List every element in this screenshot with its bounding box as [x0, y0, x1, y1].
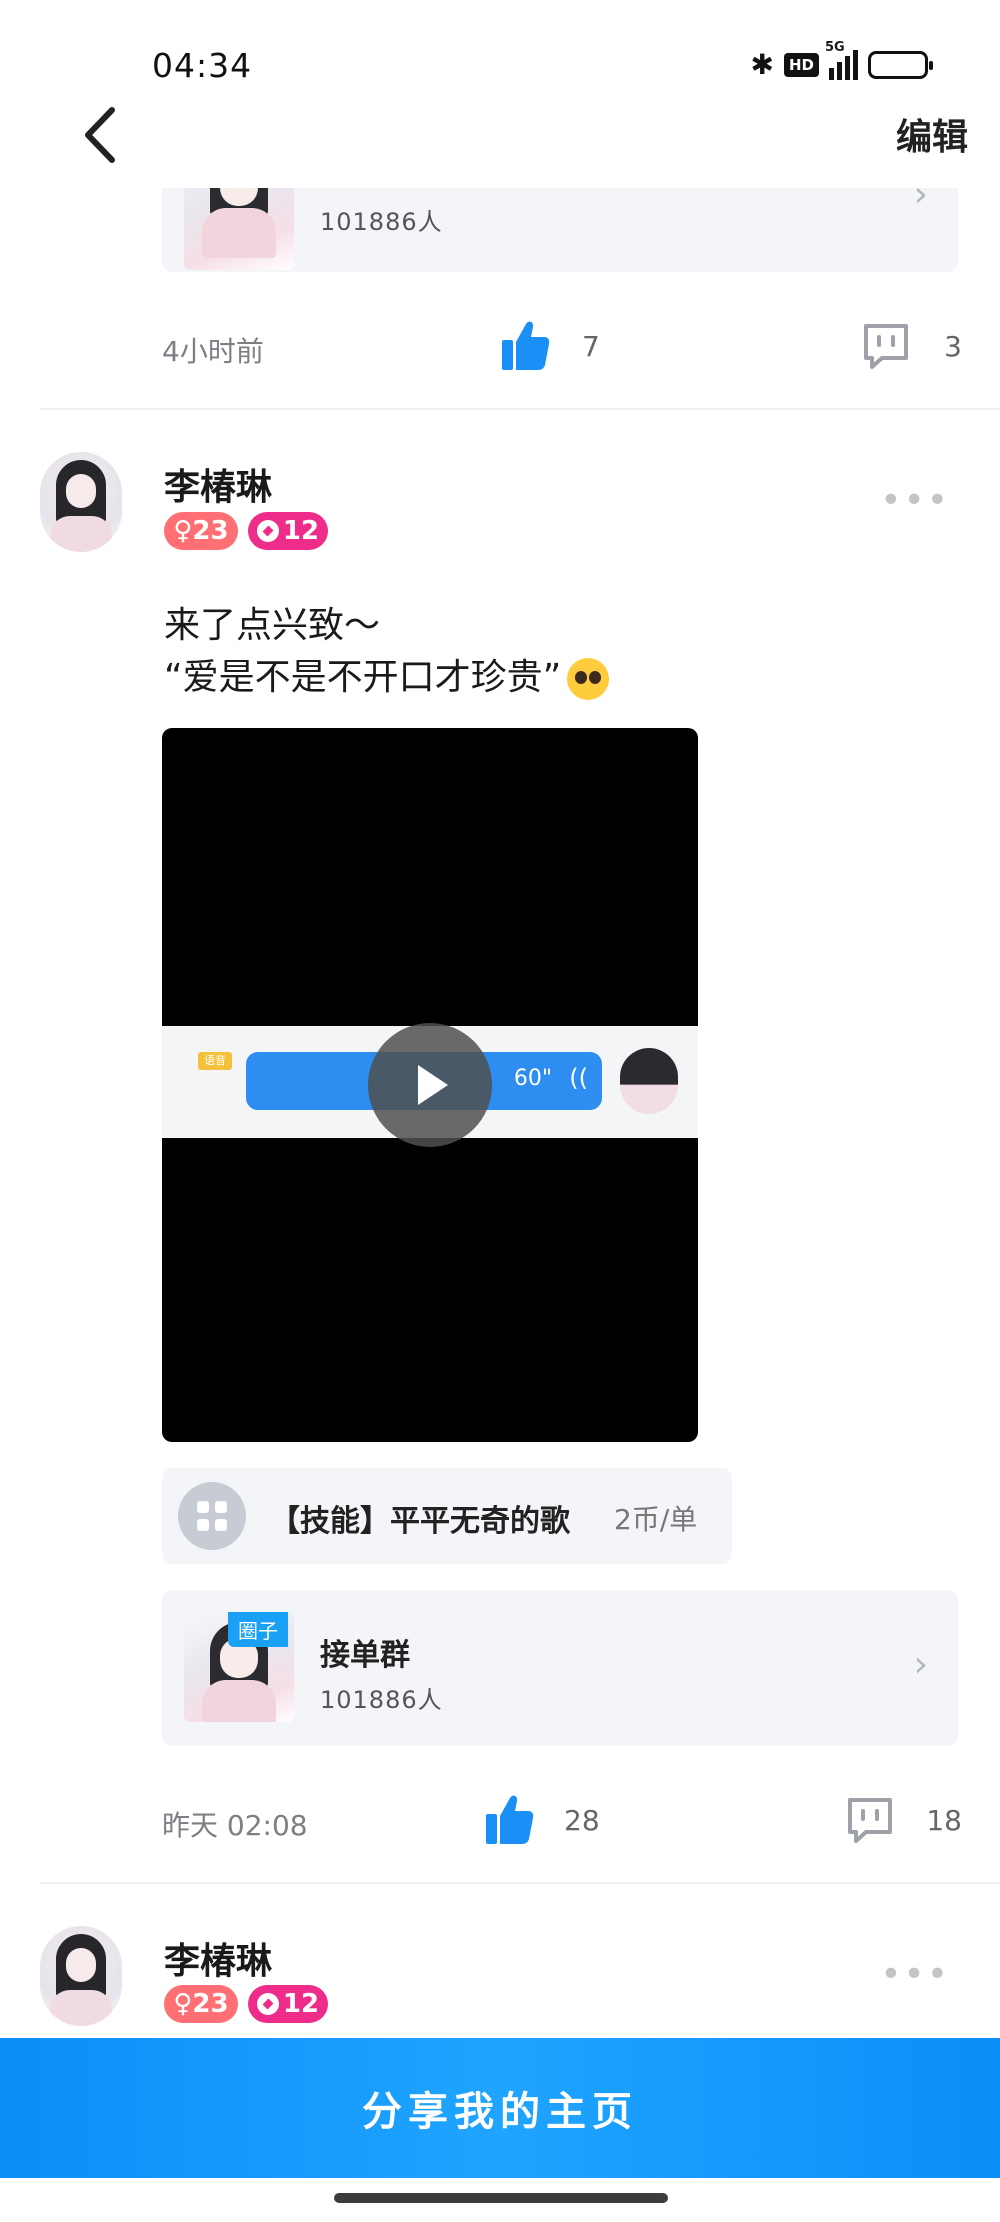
signal-icon: 5G — [825, 40, 858, 80]
back-button[interactable] — [72, 100, 132, 170]
comment-icon — [848, 1798, 892, 1843]
skill-price: 2币/单 — [614, 1503, 698, 1536]
diamond-icon — [256, 520, 279, 542]
divider — [40, 1882, 1000, 1884]
like-button[interactable] — [484, 1792, 534, 1846]
video-player[interactable]: 语音 60" (( — [162, 728, 698, 1442]
chevron-right-icon: › — [913, 1644, 928, 1685]
circle-members: 101886人 — [320, 1686, 443, 1714]
share-homepage-button[interactable]: 分享我的主页 — [0, 2038, 1000, 2178]
skill-card[interactable]: 【技能】平平无奇的歌 2币/单 — [162, 1468, 732, 1564]
level-badge: 12 — [248, 512, 328, 550]
bluetooth-icon: ✱ — [750, 48, 774, 81]
post-text-line-1: 来了点兴致～ — [164, 605, 381, 646]
comment-button[interactable] — [860, 320, 912, 372]
thumbs-up-icon — [486, 1795, 534, 1844]
home-indicator[interactable] — [334, 2193, 668, 2203]
nav-bar: 编辑 — [0, 100, 1000, 188]
status-bar: 04:34 ✱ HD 5G — [0, 0, 1000, 100]
status-time: 04:34 — [152, 46, 253, 85]
like-count: 7 — [582, 330, 600, 363]
age-badge: ♀23 — [164, 1985, 238, 2023]
circle-members: 101886人 — [320, 208, 443, 236]
circle-card[interactable]: 圈子 接单群 101886人 › — [162, 1590, 958, 1746]
comment-icon — [864, 324, 908, 369]
battery-icon — [868, 50, 933, 79]
age-badge: ♀23 — [164, 512, 238, 550]
edit-button[interactable]: 编辑 — [896, 108, 968, 160]
play-button[interactable] — [368, 1023, 492, 1147]
voice-duration: 60" — [513, 1066, 552, 1091]
comment-count: 18 — [926, 1804, 962, 1837]
skill-label: 【技能】平平无奇的歌 — [270, 1504, 570, 1539]
circle-thumbnail: 圈子 — [184, 1612, 294, 1722]
network-type: 5G — [825, 39, 845, 55]
voice-tag: 语音 — [198, 1052, 232, 1070]
post-meta: 4小时前 7 3 — [162, 318, 962, 378]
status-icons: ✱ HD 5G — [750, 40, 933, 81]
circle-name: 接单群 — [320, 1638, 410, 1673]
author-name[interactable]: 李椿琳 — [164, 1932, 272, 1984]
post-meta: 昨天 02:08 28 18 — [162, 1792, 962, 1852]
level-badge: 12 — [248, 1985, 328, 2023]
comment-button[interactable] — [844, 1794, 896, 1846]
hd-icon: HD — [783, 52, 819, 77]
comment-count: 3 — [944, 330, 962, 363]
thumbs-up-icon — [502, 321, 550, 370]
post-time: 昨天 02:08 — [162, 1809, 308, 1842]
like-count: 28 — [564, 1804, 600, 1837]
share-homepage-label: 分享我的主页 — [362, 2089, 638, 2135]
pleading-face-emoji-icon — [567, 658, 610, 700]
like-button[interactable] — [500, 318, 550, 372]
post-text-line-2: “爱是不是不开口才珍贵” — [164, 652, 610, 704]
post-text: 来了点兴致～ “爱是不是不开口才珍贵” — [164, 600, 610, 704]
diamond-icon — [256, 1993, 279, 2015]
circle-tag: 圈子 — [228, 1612, 288, 1647]
author-name[interactable]: 李椿琳 — [164, 458, 272, 510]
more-options-icon[interactable]: ••• — [880, 1954, 950, 1995]
grid-icon — [178, 1482, 246, 1550]
back-icon — [85, 107, 115, 163]
level-value: 12 — [282, 1989, 320, 2019]
mini-avatar — [620, 1048, 678, 1114]
avatar[interactable] — [40, 452, 122, 552]
avatar[interactable] — [40, 1926, 122, 2026]
sound-wave-icon: (( — [569, 1064, 588, 1092]
post-time: 4小时前 — [162, 335, 264, 368]
more-options-icon[interactable]: ••• — [880, 480, 950, 521]
divider — [40, 408, 1000, 410]
level-value: 12 — [282, 516, 320, 546]
